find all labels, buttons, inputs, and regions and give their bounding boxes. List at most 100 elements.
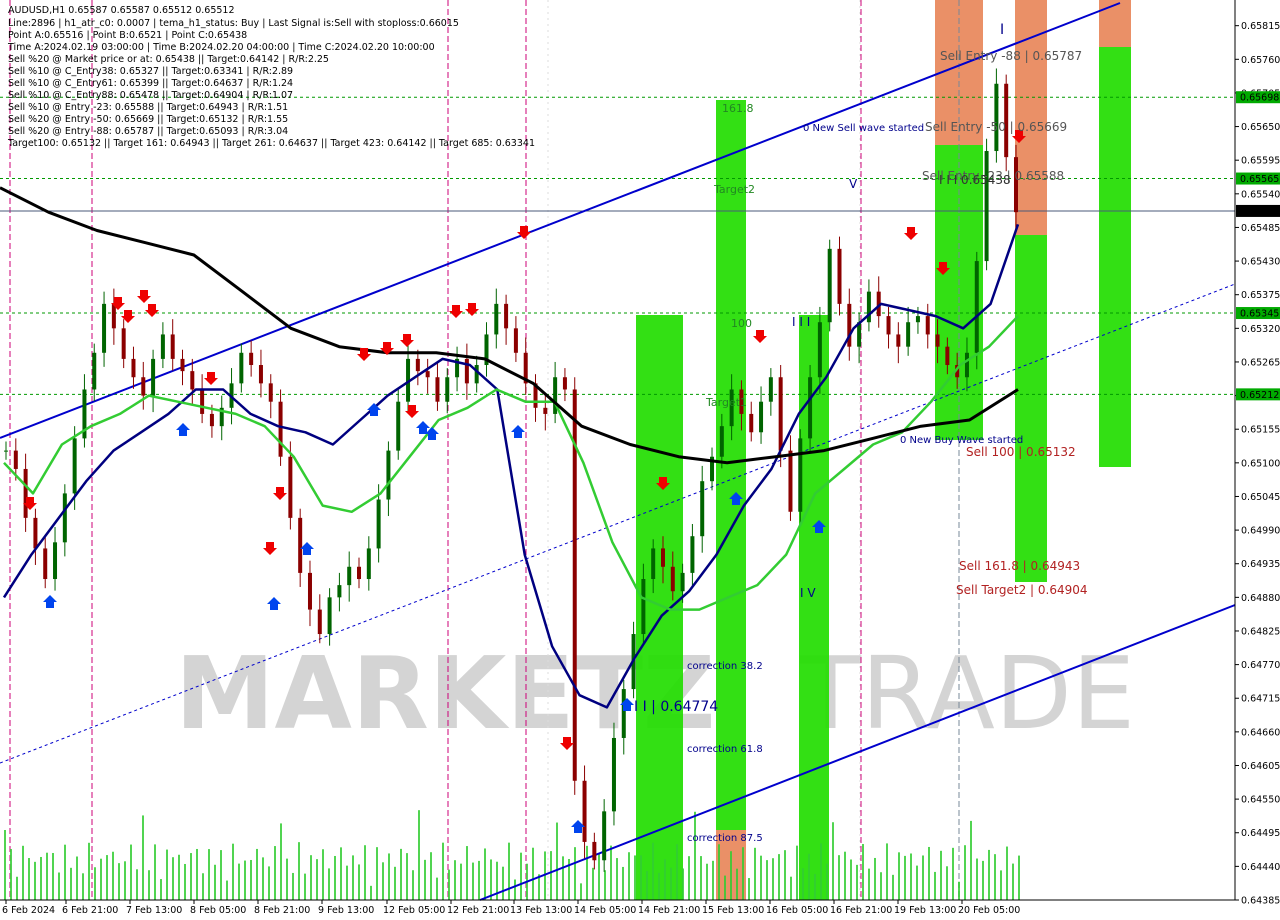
x-tick-label: 7 Feb 13:00 (126, 905, 182, 916)
candle-body (317, 609, 322, 635)
sell-entry-88-label: Sell Entry -88 | 0.65787 (940, 49, 1082, 63)
y-tick-label: 0.64880 (1241, 593, 1280, 604)
volume-bar (532, 847, 534, 900)
volume-bar (904, 855, 906, 900)
x-tick-label: 13 Feb 13:00 (510, 905, 572, 916)
y-tick-label: 0.65540 (1241, 189, 1280, 200)
volume-bar (520, 852, 522, 900)
volume-bar (838, 855, 840, 900)
volume-bar (22, 845, 24, 900)
candle-body (504, 303, 509, 329)
volume-bar (412, 870, 414, 900)
volume-bar (628, 852, 630, 900)
candle-body (906, 322, 911, 347)
volume-bar (244, 860, 246, 900)
candle-body (651, 548, 656, 580)
volume-bar (352, 855, 354, 900)
volume-bar (724, 875, 726, 900)
volume-bar (232, 843, 234, 900)
volume-bar (436, 877, 438, 900)
volume-bar (442, 842, 444, 900)
candle-body (102, 303, 107, 353)
volume-bar (700, 856, 702, 900)
volume-bar (550, 851, 552, 900)
y-tick-label: 0.65100 (1241, 458, 1280, 469)
y-tick-label: 0.65265 (1241, 357, 1280, 368)
info-line: Sell %10 @ C_Entry88: 0.65478 || Target:… (8, 90, 293, 101)
volume-bar (634, 855, 636, 900)
volume-bar (934, 871, 936, 900)
sell-100-label: Sell 100 | 0.65132 (966, 445, 1076, 459)
volume-bar (460, 863, 462, 900)
candle-body (602, 811, 607, 861)
x-tick-label: 14 Feb 21:00 (638, 905, 700, 916)
volume-bar (1018, 855, 1020, 900)
volume-bar (940, 850, 942, 900)
y-tick-label: 0.64990 (1241, 526, 1280, 537)
candle-body (611, 737, 616, 812)
volume-bar (790, 876, 792, 900)
volume-bar (286, 858, 288, 900)
volume-bar (268, 866, 270, 900)
volume-bar (118, 863, 120, 900)
candle-body (621, 689, 626, 738)
volume-bar (814, 874, 816, 900)
volume-bar (178, 854, 180, 900)
volume-bar (316, 859, 318, 900)
candle-body (33, 517, 38, 549)
price-label-text: 0.65565 (1240, 174, 1279, 185)
volume-bar (388, 853, 390, 900)
volume-bar (586, 845, 588, 900)
volume-bar (730, 851, 732, 900)
candle-body (307, 572, 312, 610)
candle-body (974, 261, 979, 353)
candle-body (837, 248, 842, 304)
zone-green-3 (799, 315, 829, 900)
candle-body (680, 572, 685, 592)
volume-bar (988, 849, 990, 900)
price-label-text: 0.65345 (1240, 309, 1279, 320)
candle-body (641, 579, 646, 635)
candle-body (4, 450, 8, 452)
candle-body (366, 548, 371, 580)
volume-bar (16, 876, 18, 900)
volume-bar (76, 856, 78, 900)
info-line: Sell %10 @ Entry -23: 0.65588 || Target:… (8, 102, 288, 113)
volume-bar (1006, 846, 1008, 900)
info-line: Point A:0.65516 | Point B:0.6521 | Point… (8, 30, 247, 41)
y-tick-label: 0.65155 (1241, 425, 1280, 436)
volume-bar (88, 842, 90, 900)
info-line: Sell %20 @ Market price or at: 0.65438 |… (8, 54, 329, 65)
candle-body (347, 566, 352, 586)
volume-bar (598, 853, 600, 900)
volume-bar (466, 846, 468, 900)
candle-body (209, 413, 214, 427)
volume-bar (928, 846, 930, 900)
volume-bar (970, 820, 972, 900)
volume-bar (646, 871, 648, 900)
volume-bar (874, 857, 876, 900)
volume-bar (124, 861, 126, 900)
candle-body (886, 316, 891, 335)
volume-bar (472, 862, 474, 900)
price-chart: MARKETZ TRADE Sell Entry -88 | 0.65787 S… (0, 0, 1280, 920)
candle-body (798, 438, 803, 512)
volume-bar (28, 858, 30, 900)
candle-body (915, 316, 920, 323)
zone-green-2 (716, 100, 746, 830)
new-sell-wave-label: 0 New Sell wave started (803, 123, 924, 134)
info-line: Time A:2024.02.19 03:00:00 | Time B:2024… (7, 42, 435, 53)
volume-bar (256, 848, 258, 900)
volume-bar (982, 860, 984, 900)
x-tick-label: 8 Feb 21:00 (254, 905, 310, 916)
volume-bar (664, 859, 666, 900)
info-line: Sell %20 @ Entry -88: 0.65787 || Target:… (8, 126, 288, 137)
y-tick-label: 0.64660 (1241, 727, 1280, 738)
y-tick-label: 0.64385 (1241, 896, 1280, 907)
y-tick-label: 0.65320 (1241, 324, 1280, 335)
candle-body (121, 328, 126, 359)
volume-bar (1000, 870, 1002, 900)
volume-bar (802, 868, 804, 900)
y-tick-label: 0.65595 (1241, 156, 1280, 167)
volume-bar (688, 856, 690, 900)
